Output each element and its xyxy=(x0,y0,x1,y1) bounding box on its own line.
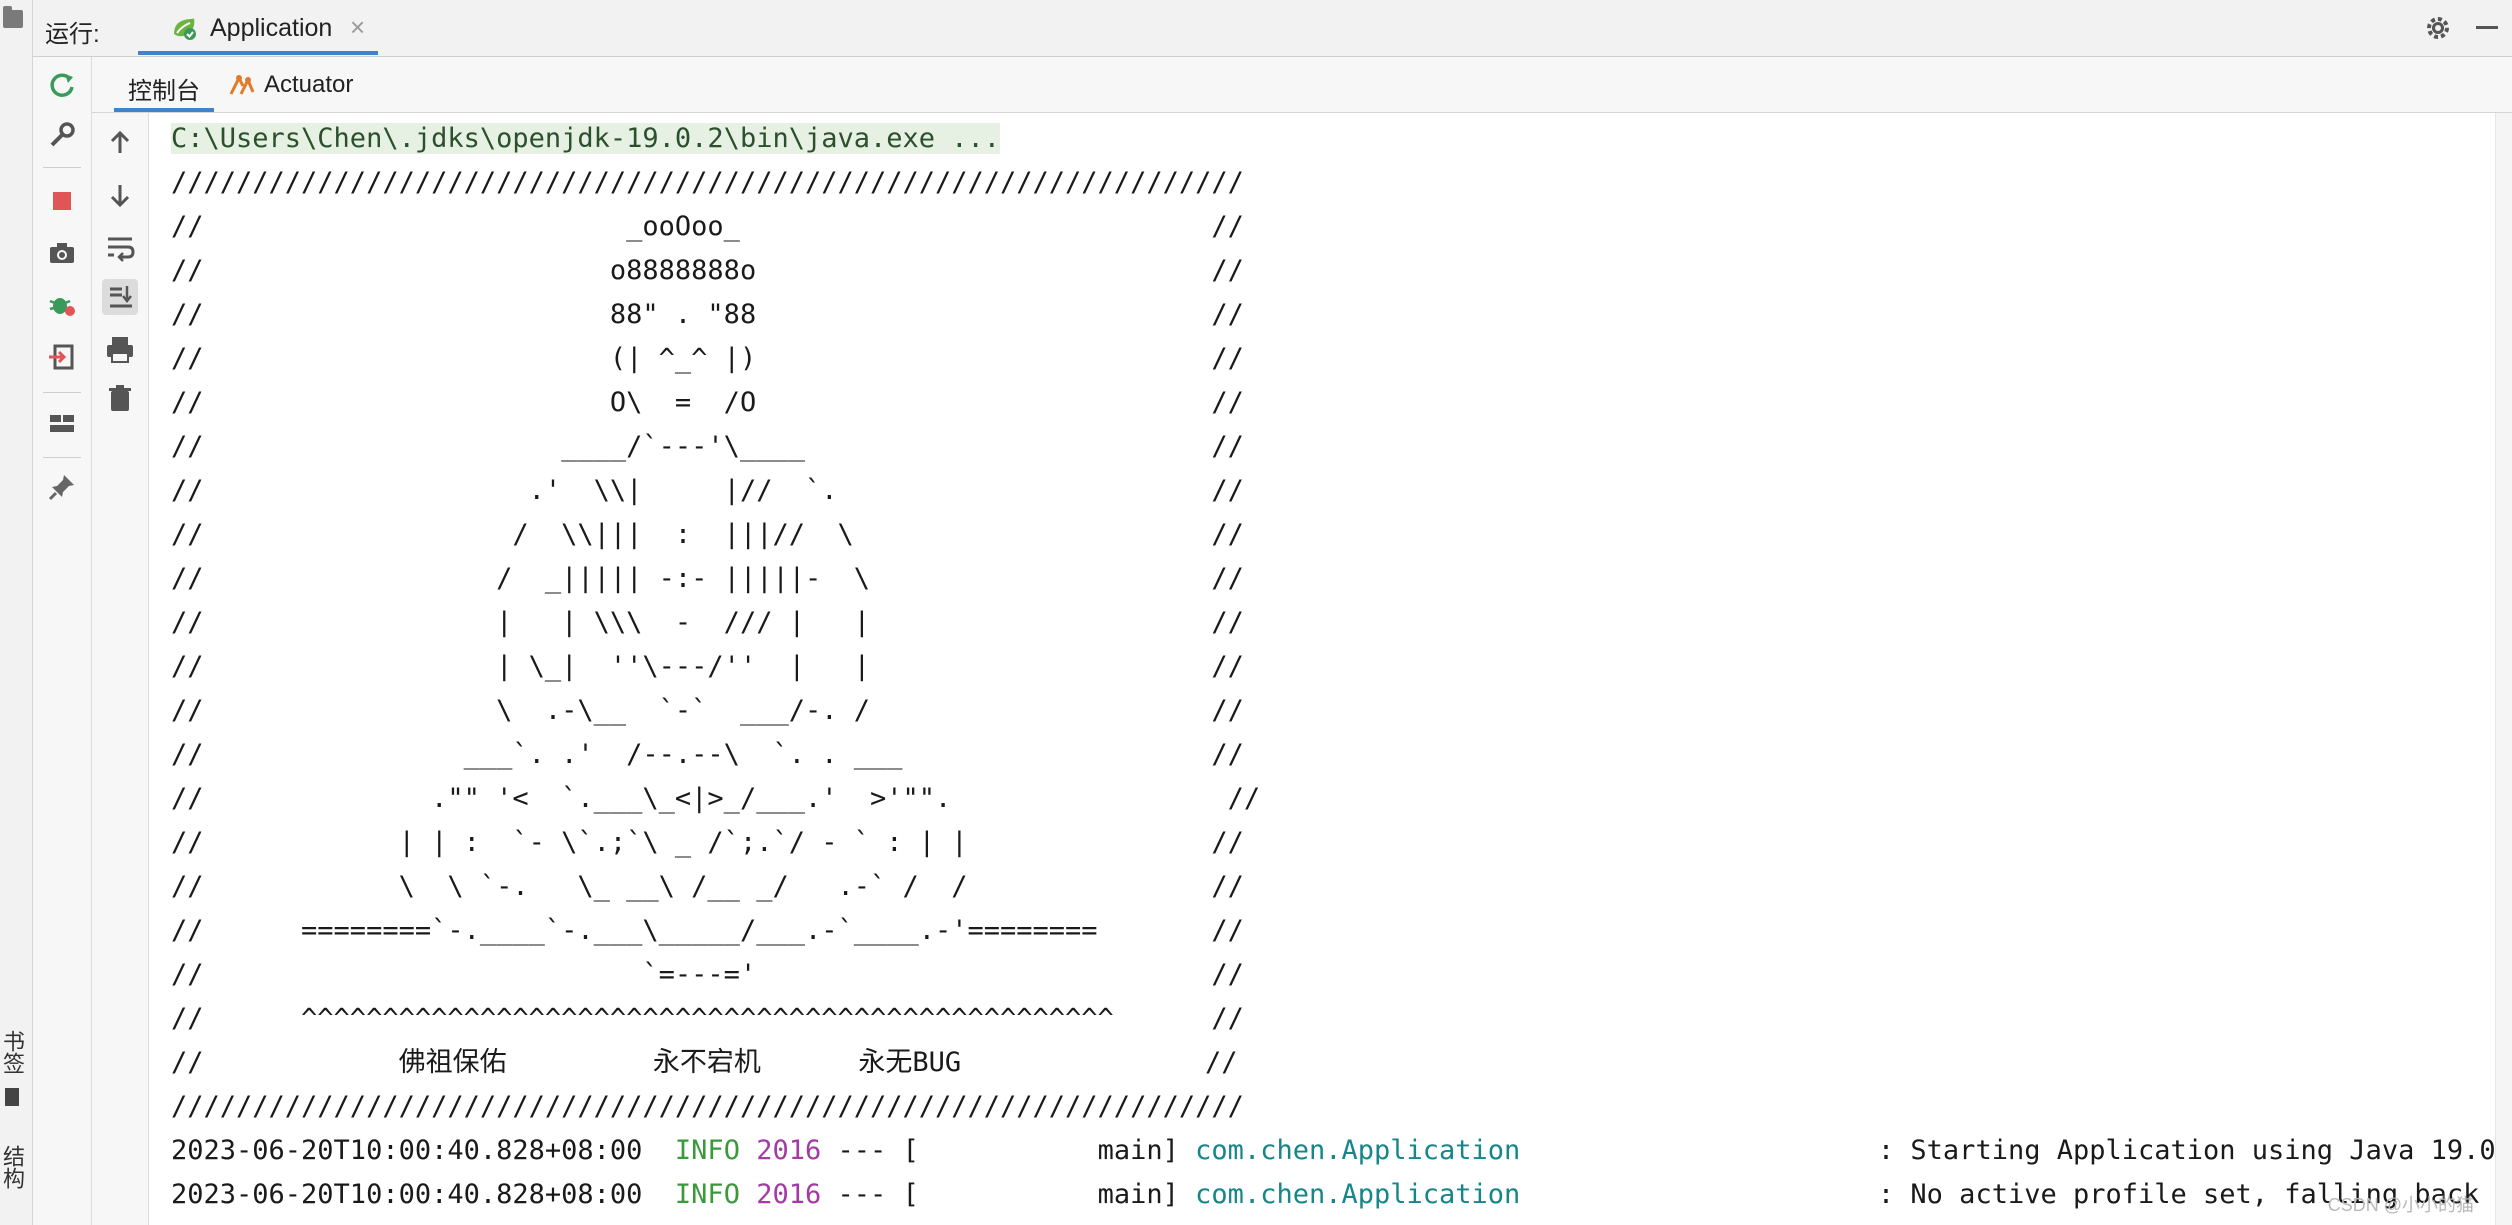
banner-line: // ."" '< `.___\_<|>_/___.' >'"". // xyxy=(171,783,1261,814)
log-thread: [ main] xyxy=(902,1179,1179,1210)
console-toolbar xyxy=(92,113,149,1225)
import-icon[interactable] xyxy=(46,341,78,373)
soft-wrap-icon[interactable] xyxy=(102,229,138,265)
log-timestamp: 2023-06-20T10:00:40.828+08:00 xyxy=(171,1179,643,1210)
banner-line: ////////////////////////////////////////… xyxy=(171,167,1244,198)
layout-icon[interactable] xyxy=(46,407,78,439)
log-logger: com.chen.Application xyxy=(1195,1179,1521,1210)
log-pid: 2016 xyxy=(756,1135,822,1166)
tab-console-label: 控制台 xyxy=(128,78,200,105)
console-output[interactable]: C:\Users\Chen\.jdks\openjdk-19.0.2\bin\j… xyxy=(149,113,2496,1225)
gear-icon[interactable] xyxy=(2424,14,2452,42)
banner-line: // / \\||| : |||// \ // xyxy=(171,519,1244,550)
log-timestamp: 2023-06-20T10:00:40.828+08:00 xyxy=(171,1135,643,1166)
log-separator: --- xyxy=(837,1179,887,1210)
toolbar-separator xyxy=(43,167,81,168)
structure-side-tab[interactable]: 结构 xyxy=(0,1145,28,1189)
bookmark-icon xyxy=(5,1088,19,1107)
toolbar-separator xyxy=(43,457,81,458)
outer-side-strip: 书签 结构 xyxy=(0,0,33,1225)
print-icon[interactable] xyxy=(102,331,138,367)
log-thread: [ main] xyxy=(902,1135,1179,1166)
wrench-icon[interactable] xyxy=(46,119,78,151)
watermark: CSDN @小小的猫 xyxy=(2327,1195,2474,1215)
banner-line: // o8888888o // xyxy=(171,255,1244,286)
log-pid: 2016 xyxy=(756,1179,822,1210)
minimize-icon[interactable] xyxy=(2476,26,2498,29)
tab-actuator[interactable]: Actuator xyxy=(228,57,388,112)
bookmarks-side-tab[interactable]: 书签 xyxy=(0,1030,28,1107)
banner-line: // ____/`---'\____ // xyxy=(171,431,1244,462)
project-folder-icon[interactable] xyxy=(3,6,23,28)
toolbar-separator xyxy=(43,392,81,393)
run-window-header: 运行: Application × xyxy=(33,0,2512,57)
log-lines: 2023-06-20T10:00:40.828+08:00 INFO 2016 … xyxy=(171,1135,2496,1210)
run-toolbar xyxy=(33,57,92,1225)
banner-line: // \ \ `-. \_ __\ /__ _/ .-` / / // xyxy=(171,871,1244,902)
banner-line: // ========`-.____`-.___\_____/___.-`___… xyxy=(171,915,1244,946)
close-tab-icon[interactable]: × xyxy=(350,12,365,43)
banner-line: // \ .-\__ `-` ___/-. / // xyxy=(171,695,1244,726)
banner-line: // .' \\| |// `. // xyxy=(171,475,1244,506)
trash-icon[interactable] xyxy=(102,381,138,417)
banner-line: ////////////////////////////////////////… xyxy=(171,1091,1244,1122)
banner-line: // (| ^_^ |) // xyxy=(171,343,1244,374)
debug-bug-icon[interactable] xyxy=(46,289,78,321)
tab-actuator-label: Actuator xyxy=(264,71,354,98)
log-message: : Starting Application using Java 19.0.2… xyxy=(1877,1135,2496,1166)
banner-line: // `=---=' // xyxy=(171,959,1244,990)
log-level: INFO xyxy=(674,1135,740,1166)
run-label: 运行: xyxy=(45,21,100,48)
banner-line: // | | \\\ - /// | | // xyxy=(171,607,1244,638)
bookmarks-label: 书签 xyxy=(0,1030,25,1074)
banner-line: // _ooOoo_ // xyxy=(171,211,1244,242)
tab-application[interactable]: Application × xyxy=(138,0,378,55)
actuator-icon xyxy=(229,74,255,95)
arrow-down-icon[interactable] xyxy=(102,177,138,213)
log-line: 2023-06-20T10:00:40.828+08:00 INFO 2016 … xyxy=(171,1179,2496,1210)
console-text: C:\Users\Chen\.jdks\openjdk-19.0.2\bin\j… xyxy=(171,117,2496,1217)
banner-line: // ___`. .' /--.--\ `. . ___ // xyxy=(171,739,1244,770)
pin-icon[interactable] xyxy=(46,471,78,503)
stop-icon[interactable] xyxy=(46,185,78,217)
banner-line: // 88" . "88 // xyxy=(171,299,1244,330)
banner-line: // | \_| ''\---/'' | | // xyxy=(171,651,1244,682)
banner-line: // ^^^^^^^^^^^^^^^^^^^^^^^^^^^^^^^^^^^^^… xyxy=(171,1003,1244,1034)
banner-line: // 佛祖保佑 永不宕机 永无BUG // xyxy=(171,1047,1238,1078)
command-line: C:\Users\Chen\.jdks\openjdk-19.0.2\bin\j… xyxy=(171,123,1001,154)
arrow-up-icon[interactable] xyxy=(102,125,138,161)
log-level: INFO xyxy=(674,1179,740,1210)
scroll-to-end-icon[interactable] xyxy=(102,279,138,315)
camera-icon[interactable] xyxy=(46,237,78,269)
spring-boot-icon xyxy=(174,18,196,40)
tab-console[interactable]: 控制台 xyxy=(114,57,214,112)
ascii-banner: ////////////////////////////////////////… xyxy=(171,167,1260,1122)
console-subtab-bar: 控制台 Actuator xyxy=(92,57,2512,113)
banner-line: // O\ = /O // xyxy=(171,387,1244,418)
tab-application-label: Application xyxy=(210,14,333,42)
rerun-icon[interactable] xyxy=(46,69,78,101)
log-separator: --- xyxy=(837,1135,887,1166)
log-line: 2023-06-20T10:00:40.828+08:00 INFO 2016 … xyxy=(171,1135,2496,1166)
vertical-scrollbar[interactable] xyxy=(2495,113,2512,1225)
log-logger: com.chen.Application xyxy=(1195,1135,1521,1166)
structure-label: 结构 xyxy=(0,1145,25,1189)
banner-line: // | | : `- \`.;`\ _ /`;.`/ - ` : | | // xyxy=(171,827,1244,858)
banner-line: // / _||||| -:- |||||- \ // xyxy=(171,563,1244,594)
